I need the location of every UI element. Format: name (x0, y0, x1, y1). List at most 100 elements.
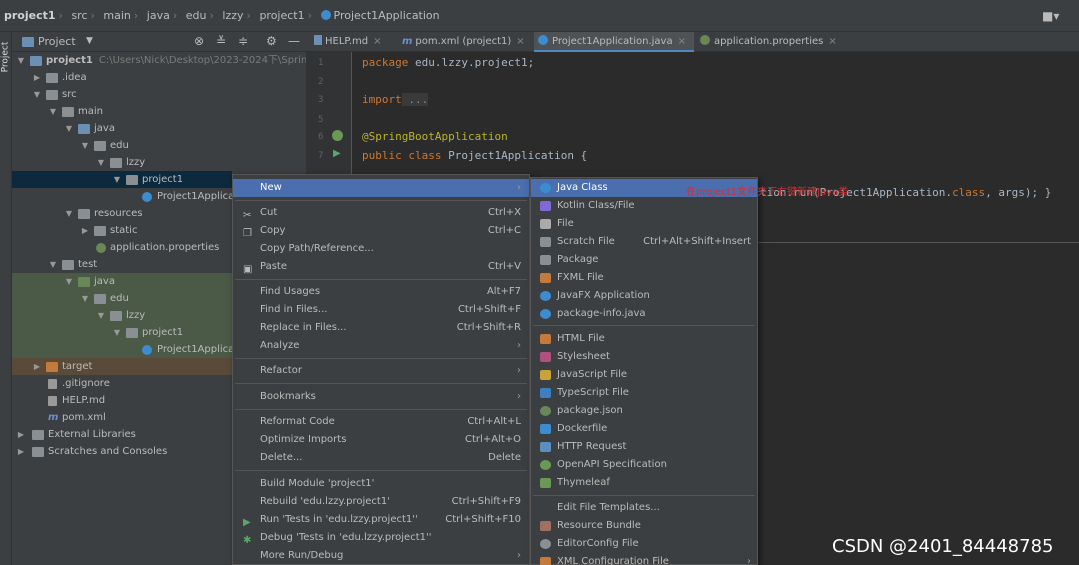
submenu-item-html[interactable]: HTML File (531, 330, 757, 348)
chevron-down-icon[interactable]: ▼ (16, 52, 26, 69)
menu-item-replace-in-files[interactable]: Replace in Files... Ctrl+Shift+R (233, 319, 529, 337)
tab-pom-xml[interactable]: m pom.xml (project1) × (398, 32, 533, 52)
tree-item-idea[interactable]: ▶ .idea (12, 69, 306, 86)
tree-item-project1[interactable]: ▼ project1 C:\Users\Nick\Desktop\2023-202… (12, 52, 314, 69)
close-icon[interactable]: × (828, 36, 836, 47)
menu-item-new[interactable]: New › (233, 179, 529, 197)
menu-item-copy-path[interactable]: Copy Path/Reference... (233, 240, 529, 258)
chevron-down-icon[interactable]: ▼ (64, 273, 74, 290)
menu-item-debug-tests[interactable]: ✱ Debug 'Tests in 'edu.lzzy.project1'' (233, 529, 529, 547)
breadcrumb-item-src[interactable]: src (71, 9, 87, 22)
submenu-item-editorconfig[interactable]: EditorConfig File (531, 535, 757, 553)
menu-item-paste[interactable]: ▣ Paste Ctrl+V (233, 258, 529, 276)
run-icon[interactable]: ▶ (333, 148, 341, 159)
chevron-down-icon[interactable]: ▼ (96, 307, 106, 324)
menu-item-copy[interactable]: ❐ Copy Ctrl+C (233, 222, 529, 240)
submenu-item-fxml[interactable]: FXML File (531, 269, 757, 287)
chevron-down-icon[interactable]: ▼ (112, 324, 122, 341)
chevron-down-icon[interactable]: ▼ (48, 256, 58, 273)
chevron-right-icon[interactable]: ▶ (80, 222, 90, 239)
breadcrumb-item-lzzy[interactable]: lzzy (222, 9, 243, 22)
menu-item-bookmarks[interactable]: Bookmarks › (233, 388, 529, 406)
breadcrumb-item-project1[interactable]: project1 (4, 9, 56, 22)
submenu-item-javascript[interactable]: JavaScript File (531, 366, 757, 384)
submenu-item-edit-templates[interactable]: Edit File Templates... (531, 499, 757, 517)
breadcrumb-item-class[interactable]: Project1Application (334, 9, 440, 22)
tree-item-java[interactable]: ▼ java (12, 120, 306, 137)
tab-project1application[interactable]: Project1Application.java × (534, 32, 694, 52)
submenu-item-kotlin[interactable]: Kotlin Class/File (531, 197, 757, 215)
chevron-right-icon[interactable]: ▶ (32, 69, 42, 86)
code-folded[interactable]: ... (401, 93, 429, 106)
locate-icon[interactable]: ⊗ (194, 34, 204, 48)
submenu-item-http-request[interactable]: HTTP Request (531, 438, 757, 456)
menu-item-refactor[interactable]: Refactor › (233, 362, 529, 380)
chevron-right-icon[interactable]: ▶ (16, 426, 26, 443)
gear-icon[interactable]: ⚙ (266, 34, 277, 48)
submenu-item-thymeleaf[interactable]: Thymeleaf (531, 474, 757, 492)
menu-item-build-module[interactable]: Build Module 'project1' (233, 475, 529, 493)
tab-application-properties[interactable]: application.properties × (696, 32, 846, 52)
tree-item-project1-package[interactable]: ▼ project1 (12, 171, 232, 188)
menu-item-optimize-imports[interactable]: Optimize Imports Ctrl+Alt+O (233, 431, 529, 449)
submenu-item-dockerfile[interactable]: Dockerfile (531, 420, 757, 438)
breadcrumb-item-main[interactable]: main (103, 9, 130, 22)
project-tool-button[interactable]: Project (0, 42, 10, 73)
tree-item-src[interactable]: ▼ src (12, 86, 306, 103)
chevron-down-icon[interactable]: ▼ (112, 171, 122, 188)
menu-item-find-usages[interactable]: Find Usages Alt+F7 (233, 283, 529, 301)
menu-label: Cut (260, 207, 278, 218)
menu-item-run-tests[interactable]: ▶ Run 'Tests in 'edu.lzzy.project1'' Ctrl+… (233, 511, 529, 529)
submenu-item-package[interactable]: Package (531, 251, 757, 269)
collapse-all-icon[interactable]: ≚ (216, 34, 226, 48)
menu-shortcut: Ctrl+C (487, 225, 521, 236)
submenu-item-package-info[interactable]: package-info.java (531, 305, 757, 323)
close-icon[interactable]: × (373, 36, 381, 47)
submenu-item-resource-bundle[interactable]: Resource Bundle (531, 517, 757, 535)
menu-item-cut[interactable]: ✂ Cut Ctrl+X (233, 204, 529, 222)
submenu-item-javafx[interactable]: JavaFX Application (531, 287, 757, 305)
chevron-down-icon[interactable]: ▼ (48, 103, 58, 120)
menu-label: Run 'Tests in 'edu.lzzy.project1'' (260, 514, 418, 525)
menu-item-find-in-files[interactable]: Find in Files... Ctrl+Shift+F (233, 301, 529, 319)
breadcrumb-item-project1-pkg[interactable]: project1 (259, 9, 304, 22)
close-icon[interactable]: × (516, 36, 524, 47)
package-info-icon (540, 309, 551, 319)
close-icon[interactable]: × (678, 36, 686, 47)
menu-label: Rebuild 'edu.lzzy.project1' (260, 496, 390, 507)
submenu-item-xml-config[interactable]: XML Configuration File › (531, 553, 757, 565)
expand-all-icon[interactable]: ≑ (238, 34, 248, 48)
chevron-down-icon[interactable]: ▼ (32, 86, 42, 103)
submenu-item-openapi[interactable]: OpenAPI Specification (531, 456, 757, 474)
minimize-icon[interactable]: — (288, 34, 300, 48)
menu-label: More Run/Debug (260, 550, 344, 561)
chevron-down-icon[interactable]: ▼ (86, 36, 93, 46)
chevron-down-icon[interactable]: ▼ (64, 205, 74, 222)
submenu-item-package-json[interactable]: package.json (531, 402, 757, 420)
submenu-item-file[interactable]: File (531, 215, 757, 233)
menu-item-delete[interactable]: Delete... Delete (233, 449, 529, 467)
maven-icon: m (402, 36, 413, 47)
menu-item-rebuild[interactable]: Rebuild 'edu.lzzy.project1' Ctrl+Shift+F9 (233, 493, 529, 511)
breadcrumb-item-edu[interactable]: edu (186, 9, 207, 22)
chevron-down-icon[interactable]: ▼ (80, 137, 90, 154)
chevron-right-icon[interactable]: ▶ (32, 358, 42, 375)
chevron-down-icon[interactable]: ▼ (64, 120, 74, 137)
user-icon[interactable]: ■▾ (1042, 9, 1059, 23)
breadcrumb-item-java[interactable]: java (147, 9, 170, 22)
project-view-selector[interactable]: Project (38, 35, 76, 48)
submenu-item-stylesheet[interactable]: Stylesheet (531, 348, 757, 366)
menu-item-more-run-debug[interactable]: More Run/Debug › (233, 547, 529, 565)
tree-item-edu[interactable]: ▼ edu (12, 137, 306, 154)
tree-item-main[interactable]: ▼ main (12, 103, 306, 120)
editor-tabs: HELP.md × m pom.xml (project1) × Project1Ap… (306, 32, 1079, 52)
submenu-item-scratch-file[interactable]: Scratch File Ctrl+Alt+Shift+Insert (531, 233, 757, 251)
tab-help-md[interactable]: HELP.md × (310, 32, 400, 52)
menu-item-analyze[interactable]: Analyze › (233, 337, 529, 355)
submenu-item-typescript[interactable]: TypeScript File (531, 384, 757, 402)
chevron-right-icon[interactable]: ▶ (16, 443, 26, 460)
chevron-down-icon[interactable]: ▼ (80, 290, 90, 307)
chevron-down-icon[interactable]: ▼ (96, 154, 106, 171)
menu-item-reformat-code[interactable]: Reformat Code Ctrl+Alt+L (233, 413, 529, 431)
tree-item-lzzy[interactable]: ▼ lzzy (12, 154, 306, 171)
